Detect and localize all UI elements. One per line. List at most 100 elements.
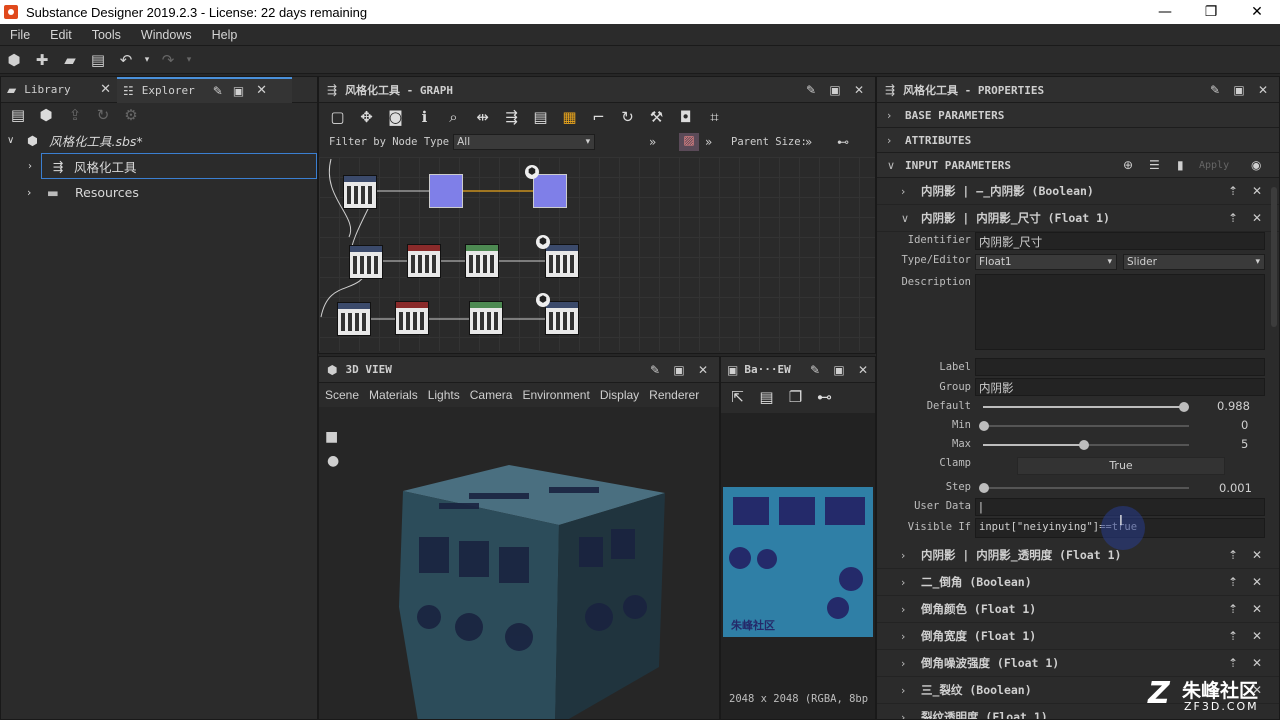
graph-node[interactable] <box>545 301 579 335</box>
parameter-row[interactable]: › 倒角颜色 (Float 1) ⇡ ✕ <box>877 596 1279 623</box>
chevron-right-icon[interactable]: › <box>887 134 905 147</box>
menu-renderer[interactable]: Renderer <box>649 388 705 402</box>
pin-icon[interactable]: ✎ <box>799 83 823 97</box>
graph-node[interactable] <box>349 245 383 279</box>
add-parameter-icon[interactable]: ⊕ <box>1123 158 1133 172</box>
menu-scene[interactable]: Scene <box>325 388 365 402</box>
float-icon[interactable]: ▣ <box>823 83 847 97</box>
chevron-right-icon[interactable]: › <box>901 657 921 670</box>
max-value[interactable]: 5 <box>1241 437 1248 451</box>
graph-node[interactable] <box>533 174 567 208</box>
step-slider-track[interactable] <box>983 487 1189 489</box>
crop-icon[interactable]: ⌗ <box>700 108 729 126</box>
section-base-parameters[interactable]: › BASE PARAMETERS <box>877 103 1279 128</box>
menu-materials[interactable]: Materials <box>369 388 424 402</box>
open-folder-icon[interactable]: ▰ <box>56 51 84 69</box>
new-graph-icon[interactable]: ⬢ <box>31 106 61 124</box>
chevron-right-icon[interactable]: › <box>887 109 905 122</box>
move-up-icon[interactable]: ⇡ <box>1221 575 1245 589</box>
delete-icon[interactable]: ✕ <box>1245 629 1269 643</box>
new-graph-icon[interactable]: ✚ <box>28 51 56 69</box>
default-slider-handle[interactable] <box>1179 402 1189 412</box>
graph-item-row[interactable]: › ⇶ 风格化工具 <box>28 153 317 179</box>
save-icon[interactable]: ▤ <box>84 51 112 69</box>
close-icon[interactable]: ✕ <box>100 82 111 97</box>
graph-node[interactable] <box>407 244 441 278</box>
visibility-icon[interactable]: ◉ <box>1251 158 1261 172</box>
label-field[interactable] <box>975 358 1265 376</box>
properties-scrollbar[interactable] <box>1271 187 1277 327</box>
package-row[interactable]: ∨ ⬢ 风格化工具.sbs* <box>1 127 317 153</box>
tools-icon[interactable]: ⚒ <box>642 108 671 126</box>
graph-node[interactable] <box>337 302 371 336</box>
fit-view-icon[interactable]: ⇱ <box>723 388 752 406</box>
chevron-down-icon[interactable]: ∨ <box>901 212 921 225</box>
copy-image-icon[interactable]: ❐ <box>781 388 810 406</box>
graph-node[interactable] <box>395 301 429 335</box>
chevron-down-icon[interactable]: ∨ <box>887 159 905 172</box>
align-icon[interactable]: ⇹ <box>468 108 497 126</box>
close-icon[interactable]: ✕ <box>851 363 875 377</box>
min-slider-handle[interactable] <box>979 421 989 431</box>
delete-icon[interactable]: ✕ <box>1245 602 1269 616</box>
chevron-right-icon[interactable]: › <box>901 684 921 697</box>
float-icon[interactable]: ▣ <box>233 84 244 98</box>
link-icon[interactable]: ⌐ <box>584 108 613 126</box>
menu-environment[interactable]: Environment <box>522 388 595 402</box>
chevron-right-icon[interactable]: › <box>901 185 921 198</box>
parameter-row[interactable]: › 二_倒角 (Boolean) ⇡ ✕ <box>877 569 1279 596</box>
chevron-right-icon[interactable]: › <box>901 603 921 616</box>
tab-explorer[interactable]: ☷ Explorer ✎ ▣ ✕ <box>117 76 292 103</box>
menu-tools[interactable]: Tools <box>82 28 131 42</box>
chevron-double-icon[interactable]: » <box>805 135 812 149</box>
chevron-right-icon[interactable]: › <box>901 549 921 562</box>
chevron-right-icon[interactable]: › <box>901 630 921 643</box>
screenshot-icon[interactable]: ◙ <box>381 108 410 126</box>
parameter-row[interactable]: › 内阴影 | 内阴影_透明度 (Float 1) ⇡ ✕ <box>877 542 1279 569</box>
menu-file[interactable]: File <box>0 28 40 42</box>
clamp-toggle[interactable]: True <box>1017 457 1225 475</box>
graph-node[interactable] <box>469 301 503 335</box>
step-value[interactable]: 0.001 <box>1219 481 1252 495</box>
2d-viewport[interactable]: 朱峰社区 2048 x 2048 (RGBA, 8bp <box>721 413 875 719</box>
document-icon[interactable]: ▮ <box>1177 158 1184 172</box>
3d-viewport[interactable]: ■ ● <box>319 407 719 719</box>
resources-row[interactable]: › ▬ Resources <box>1 179 317 205</box>
move-up-icon[interactable]: ⇡ <box>1221 656 1245 670</box>
channels-icon[interactable]: ⊷ <box>810 388 839 406</box>
menu-lights[interactable]: Lights <box>428 388 466 402</box>
menu-camera[interactable]: Camera <box>470 388 519 402</box>
chevron-right-icon[interactable]: › <box>27 186 47 199</box>
move-up-icon[interactable]: ⇡ <box>1221 548 1245 562</box>
pin-icon[interactable]: ✎ <box>803 363 827 377</box>
close-window-button[interactable]: ✕ <box>1234 0 1280 24</box>
node-grid-icon[interactable]: ▦ <box>555 108 584 126</box>
identifier-field[interactable]: 内阴影_尺寸 <box>975 232 1265 250</box>
undo-dropdown-icon[interactable]: ▾ <box>140 55 154 65</box>
graph-node[interactable] <box>343 175 377 209</box>
filter-node-type-select[interactable]: All <box>453 134 596 150</box>
graph-node[interactable] <box>429 174 463 208</box>
group-field[interactable]: 内阴影 <box>975 378 1265 396</box>
parameter-row-expanded[interactable]: ∨ 内阴影 | 内阴影_尺寸 (Float 1) ⇡ ✕ <box>877 205 1279 232</box>
chevron-right-icon[interactable]: › <box>901 576 921 589</box>
graph-canvas[interactable]: ⬢ ⬢ ⬢ <box>319 157 875 351</box>
float-icon[interactable]: ▣ <box>827 363 851 377</box>
move-up-icon[interactable]: ⇡ <box>1221 211 1245 225</box>
max-slider-handle[interactable] <box>1079 440 1089 450</box>
image-preview-icon[interactable]: ▨ <box>679 133 699 151</box>
redo-icon[interactable]: ↷ <box>154 51 182 69</box>
connector-icon[interactable]: ⊷ <box>837 135 849 149</box>
search-icon[interactable]: ⌕ <box>439 108 468 126</box>
pin-icon[interactable]: ✎ <box>1203 83 1227 97</box>
step-slider-handle[interactable] <box>979 483 989 493</box>
close-icon[interactable]: ✕ <box>256 83 267 98</box>
chevron-right-icon[interactable]: › <box>28 161 32 172</box>
section-input-parameters[interactable]: ∨ INPUT PARAMETERS ⊕ ☰ ▮ Apply ◉ <box>877 153 1279 178</box>
save-image-icon[interactable]: ▤ <box>752 388 781 406</box>
move-up-icon[interactable]: ⇡ <box>1221 602 1245 616</box>
delete-icon[interactable]: ✕ <box>1245 575 1269 589</box>
tab-library[interactable]: ▰ Library ✕ <box>1 77 117 103</box>
min-slider-track[interactable] <box>983 425 1189 427</box>
delete-icon[interactable]: ✕ <box>1245 211 1269 225</box>
